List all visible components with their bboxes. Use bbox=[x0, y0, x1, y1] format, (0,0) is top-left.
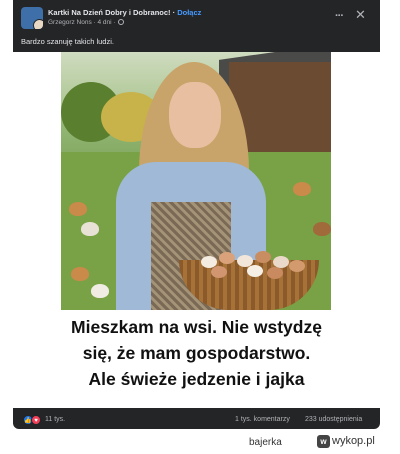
watermark-site: wykop.pl bbox=[332, 435, 375, 447]
image-caption: Mieszkam na wsi. Nie wstydzę się, że mam… bbox=[13, 314, 380, 392]
caption-line-1: Mieszkam na wsi. Nie wstydzę bbox=[71, 317, 322, 337]
title-row: Kartki Na Dzień Dobry i Dobranoc! · Dołą… bbox=[48, 8, 201, 17]
reaction-count[interactable]: 11 tys. bbox=[45, 416, 65, 423]
chicken bbox=[71, 267, 89, 281]
post-footer: 👍 ♥ 11 tys. 1 tys. komentarzy 233 udostę… bbox=[13, 410, 380, 429]
chicken bbox=[313, 222, 331, 236]
comments-count[interactable]: 1 tys. komentarzy bbox=[235, 416, 290, 423]
chicken bbox=[69, 202, 87, 216]
author-link[interactable]: Grzegorz Nons bbox=[48, 19, 92, 26]
egg bbox=[267, 267, 283, 279]
post-card: Kartki Na Dzień Dobry i Dobranoc! · Dołą… bbox=[13, 0, 380, 429]
egg bbox=[255, 251, 271, 263]
egg bbox=[247, 265, 263, 277]
caption-line-2: się, że mam gospodarstwo. bbox=[82, 343, 311, 363]
heart-icon: ♥ bbox=[31, 415, 41, 425]
close-icon[interactable]: ✕ bbox=[355, 7, 366, 23]
post-meta: Grzegorz Nons · 4 dni · bbox=[48, 19, 125, 26]
post-header: Kartki Na Dzień Dobry i Dobranoc! · Dołą… bbox=[13, 0, 380, 34]
group-avatar[interactable] bbox=[21, 7, 43, 29]
caption-line-3: Ale świeże jedzenie i jajka bbox=[88, 369, 305, 389]
woman-face bbox=[169, 82, 221, 148]
wykop-logo-icon: w bbox=[317, 435, 330, 448]
post-image[interactable]: Mieszkam na wsi. Nie wstydzę się, że mam… bbox=[13, 52, 380, 408]
post-text: Bardzo szanuję takich ludzi. bbox=[21, 37, 114, 46]
farm-photo bbox=[61, 52, 331, 310]
chicken bbox=[293, 182, 311, 196]
chicken bbox=[81, 222, 99, 236]
chicken bbox=[91, 284, 109, 298]
post-time[interactable]: 4 dni bbox=[98, 19, 112, 26]
egg bbox=[219, 252, 235, 264]
globe-icon bbox=[118, 19, 125, 25]
egg bbox=[289, 260, 305, 272]
more-options-button[interactable]: ··· bbox=[335, 10, 344, 22]
watermark-username: bajerka bbox=[249, 437, 282, 448]
join-button[interactable]: Dołącz bbox=[177, 8, 201, 17]
egg bbox=[211, 266, 227, 278]
shares-count[interactable]: 233 udostępnienia bbox=[305, 416, 362, 423]
author-avatar[interactable] bbox=[33, 19, 43, 29]
watermark: bajerka w wykop.pl bbox=[0, 430, 400, 454]
group-name-link[interactable]: Kartki Na Dzień Dobry i Dobranoc! bbox=[48, 8, 171, 17]
meta-separator-2: · bbox=[111, 19, 118, 26]
